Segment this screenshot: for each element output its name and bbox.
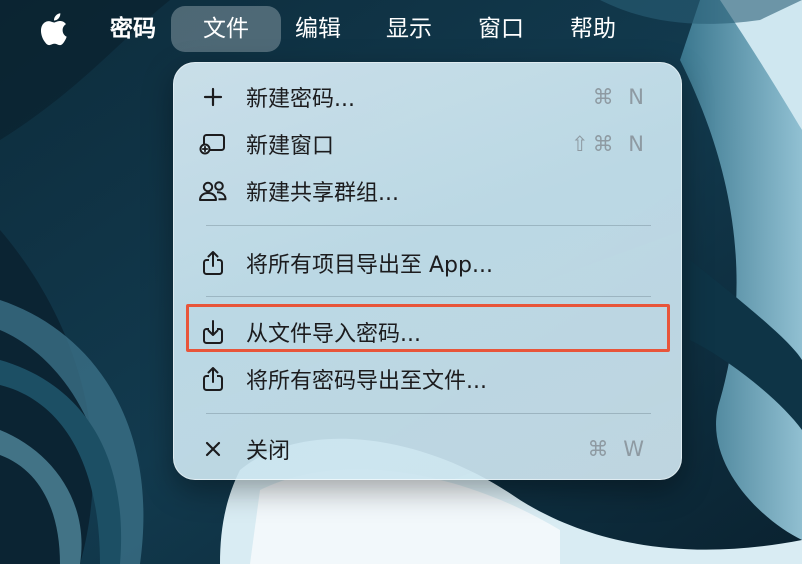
menubar-view[interactable]: 显示: [376, 6, 442, 52]
menu-bar: 密码 文件 编辑 显示 窗口 帮助: [0, 0, 802, 58]
menu-item-new-shared-group[interactable]: 新建共享群组...: [198, 171, 658, 211]
plus-icon: [198, 82, 228, 112]
share-icon: [198, 364, 228, 394]
people-icon: [198, 176, 228, 206]
menu-item-new-window[interactable]: 新建窗口 ⇧⌘ N: [198, 124, 658, 164]
menubar-file[interactable]: 文件: [171, 6, 281, 52]
menu-separator: [206, 225, 651, 226]
share-icon: [198, 248, 228, 278]
menu-item-label: 新建密码...: [246, 87, 355, 112]
menu-item-new-password[interactable]: 新建密码... ⌘ N: [198, 77, 658, 117]
annotation-highlight-box: [186, 304, 670, 352]
menu-item-label: 将所有密码导出至文件...: [246, 369, 487, 394]
menu-item-label: 将所有项目导出至 App...: [246, 253, 493, 278]
shortcut-label: ⌘ W: [587, 437, 648, 461]
shortcut-label: ⇧⌘ N: [571, 132, 648, 156]
menu-item-label: 新建共享群组...: [246, 181, 399, 206]
menubar-help[interactable]: 帮助: [560, 6, 626, 52]
menu-item-export-all-to-app[interactable]: 将所有项目导出至 App...: [198, 243, 658, 283]
menubar-app-passwords[interactable]: 密码: [100, 6, 166, 52]
apple-logo-icon[interactable]: [40, 12, 70, 46]
menu-item-export-all-passwords-to-file[interactable]: 将所有密码导出至文件...: [198, 359, 658, 399]
menubar-edit[interactable]: 编辑: [285, 6, 351, 52]
menu-separator: [206, 413, 651, 414]
shortcut-label: ⌘ N: [592, 85, 648, 109]
new-window-icon: [198, 129, 228, 159]
menu-item-label: 关闭: [246, 439, 291, 464]
menu-item-label: 新建窗口: [246, 134, 335, 159]
close-icon: [198, 434, 228, 464]
menubar-window[interactable]: 窗口: [468, 6, 534, 52]
menu-item-close[interactable]: 关闭 ⌘ W: [198, 429, 658, 469]
file-menu-dropdown: 新建密码... ⌘ N 新建窗口 ⇧⌘ N 新建共享群组... 将所有项目导出至…: [173, 62, 682, 480]
menu-separator: [206, 296, 651, 297]
